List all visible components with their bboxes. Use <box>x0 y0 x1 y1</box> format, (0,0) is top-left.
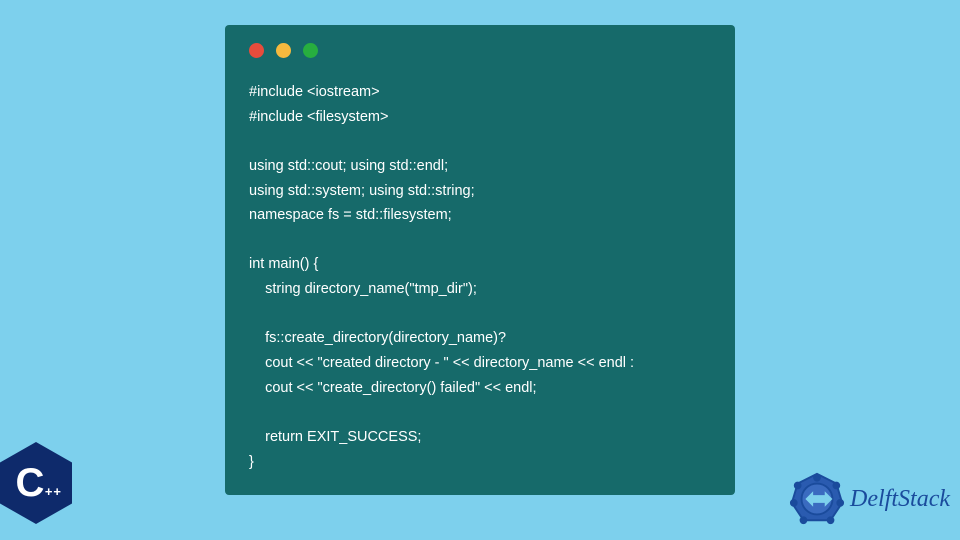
delftstack-gear-icon <box>788 470 846 528</box>
close-icon <box>249 43 264 58</box>
code-window: #include <iostream> #include <filesystem… <box>225 25 735 495</box>
cpp-hexagon-icon: C ++ <box>0 442 72 524</box>
code-content: #include <iostream> #include <filesystem… <box>249 80 711 474</box>
minimize-icon <box>276 43 291 58</box>
cpp-c-letter: C <box>16 461 45 506</box>
maximize-icon <box>303 43 318 58</box>
cpp-logo: C ++ <box>0 442 80 532</box>
delftstack-logo: DelftStack <box>788 470 950 528</box>
cpp-plus-suffix: ++ <box>45 484 62 499</box>
delftstack-text: DelftStack <box>850 486 950 513</box>
window-controls <box>249 43 711 58</box>
